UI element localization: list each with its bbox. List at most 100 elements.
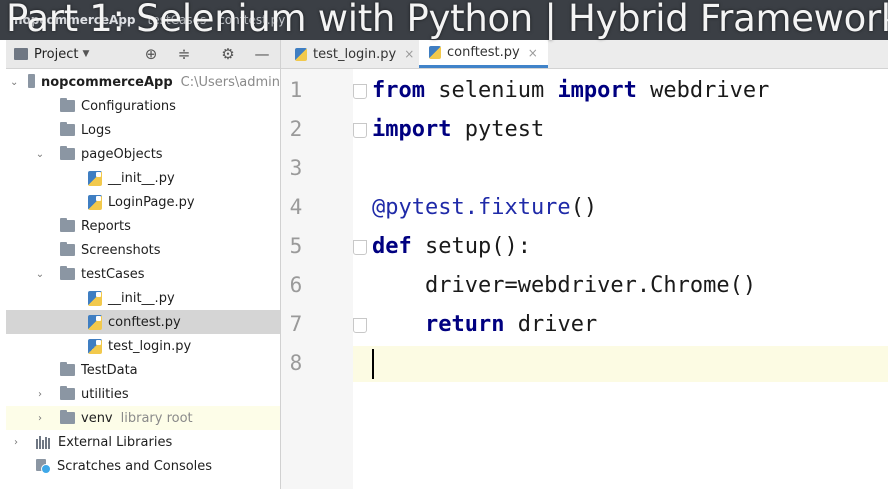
folder-icon (60, 98, 75, 112)
tree-item-venv[interactable]: › venv library root (6, 406, 280, 430)
collapsed-arrow-icon[interactable]: › (34, 413, 46, 424)
folder-icon (60, 386, 75, 400)
tree-item-scratches[interactable]: Scratches and Consoles (6, 454, 280, 478)
tree-item-testcases[interactable]: ⌄ testCases (6, 262, 280, 286)
tree-item-reports[interactable]: Reports (6, 214, 280, 238)
locate-file-icon[interactable]: ⊕ (141, 44, 161, 64)
tree-item-label: testCases (81, 266, 145, 282)
library-icon (36, 435, 52, 449)
tree-item-label: Scratches and Consoles (57, 458, 213, 474)
tree-item-label: External Libraries (58, 434, 173, 450)
tree-item-conftest[interactable]: conftest.py (6, 310, 280, 334)
tree-item-testcases-init[interactable]: __init__.py (6, 286, 280, 310)
tree-item-configurations[interactable]: Configurations (6, 94, 280, 118)
folder-icon (60, 146, 75, 160)
video-overlay-title: Part 1: Selenium with Python | Hybrid Fr… (6, 0, 888, 40)
tree-item-label: Screenshots (81, 242, 161, 258)
keyword: from (372, 78, 425, 103)
chevron-down-icon[interactable]: ▼ (82, 49, 89, 59)
python-file-icon (429, 46, 441, 59)
line-number: 4 (289, 195, 303, 219)
tree-item-label: Logs (81, 122, 111, 138)
decorator: @pytest.fixture (372, 195, 571, 220)
code-text: setup(): (411, 234, 531, 259)
python-file-icon (88, 194, 102, 210)
tree-item-nopcommerceapp[interactable]: ⌄ nopcommerceApp C:\Users\admin (6, 70, 280, 94)
fold-marker-icon[interactable] (353, 123, 367, 138)
tree-item-loginpage[interactable]: LoginPage.py (6, 190, 280, 214)
tree-item-label: utilities (81, 386, 129, 402)
code-text: pytest (451, 117, 545, 142)
tree-item-label: nopcommerceApp (40, 74, 173, 90)
tree-item-label: test_login.py (108, 338, 192, 354)
collapse-all-icon[interactable]: ≑ (174, 44, 194, 64)
code-text: driver=webdriver.Chrome() (372, 273, 757, 298)
tree-item-label: __init__.py (108, 290, 175, 306)
project-toolbar: Project ▼ ⊕ ≑ ⚙ — (6, 40, 280, 69)
folder-icon (28, 74, 35, 88)
tree-item-pageobjects-init[interactable]: __init__.py (6, 166, 280, 190)
tab-label: test_login.py (313, 46, 397, 62)
keyword: import (557, 78, 637, 103)
fold-marker-icon[interactable] (353, 318, 367, 333)
code-line-1[interactable]: from selenium import webdriver (372, 72, 769, 110)
editor-tab-bar: test_login.py × conftest.py × (281, 40, 888, 69)
code-line-7[interactable]: return driver (372, 306, 597, 344)
expanded-arrow-icon[interactable]: ⌄ (34, 149, 46, 160)
python-file-icon (88, 314, 102, 330)
expanded-arrow-icon[interactable]: ⌄ (10, 77, 18, 88)
scratches-icon (36, 458, 51, 474)
code-line-6[interactable]: driver=webdriver.Chrome() (372, 267, 756, 305)
text-caret (372, 349, 374, 379)
tree-item-library-hint: library root (120, 410, 193, 426)
tree-item-screenshots[interactable]: Screenshots (6, 238, 280, 262)
code-line-2[interactable]: import pytest (372, 111, 544, 149)
expanded-arrow-icon[interactable]: ⌄ (34, 269, 46, 280)
python-file-icon (295, 47, 307, 61)
tree-item-testdata[interactable]: TestData (6, 358, 280, 382)
gear-icon[interactable]: ⚙ (218, 44, 238, 64)
tree-item-label: __init__.py (108, 170, 175, 186)
folder-icon (60, 218, 75, 232)
tab-label: conftest.py (447, 45, 520, 60)
python-file-icon (88, 290, 102, 306)
collapsed-arrow-icon[interactable]: › (34, 389, 46, 400)
project-view-selector[interactable]: Project (34, 47, 78, 62)
tree-item-utilities[interactable]: › utilities (6, 382, 280, 406)
close-icon[interactable]: × (404, 47, 414, 61)
line-number: 1 (289, 78, 303, 102)
fold-marker-icon[interactable] (353, 84, 367, 99)
folder-icon (60, 242, 75, 256)
line-number: 3 (289, 156, 303, 180)
code-text: driver (504, 312, 598, 337)
code-text: () (570, 195, 598, 220)
close-icon[interactable]: × (528, 46, 538, 60)
collapsed-arrow-icon[interactable]: › (10, 437, 22, 448)
tree-item-test-login[interactable]: test_login.py (6, 334, 280, 358)
tab-conftest[interactable]: conftest.py × (419, 40, 548, 68)
code-text: selenium (424, 78, 558, 103)
line-number: 5 (289, 234, 303, 258)
folder-icon (60, 362, 75, 376)
tree-item-pageobjects[interactable]: ⌄ pageObjects (6, 142, 280, 166)
tab-test-login[interactable]: test_login.py × (285, 40, 424, 68)
tree-item-label: LoginPage.py (108, 194, 195, 210)
tree-item-external-libraries[interactable]: › External Libraries (6, 430, 280, 454)
project-view-icon (14, 48, 28, 60)
tree-item-label: venv (81, 410, 113, 426)
line-number: 8 (289, 351, 303, 375)
folder-icon (60, 410, 75, 424)
keyword: def (372, 234, 412, 259)
folder-icon (60, 122, 75, 136)
hide-panel-icon[interactable]: — (252, 44, 272, 64)
python-file-icon (88, 338, 102, 354)
fold-marker-icon[interactable] (353, 240, 367, 255)
keyword: import (372, 117, 452, 142)
tree-item-label: Configurations (81, 98, 176, 114)
code-line-4[interactable]: @pytest.fixture() (372, 189, 597, 227)
keyword: return (424, 312, 505, 337)
code-line-5[interactable]: def setup(): (372, 228, 531, 266)
tree-item-logs[interactable]: Logs (6, 118, 280, 142)
current-line-highlight (353, 346, 888, 382)
project-tool-window: Project ▼ ⊕ ≑ ⚙ — ⌄ nopcommerceApp C:\Us… (0, 40, 281, 489)
